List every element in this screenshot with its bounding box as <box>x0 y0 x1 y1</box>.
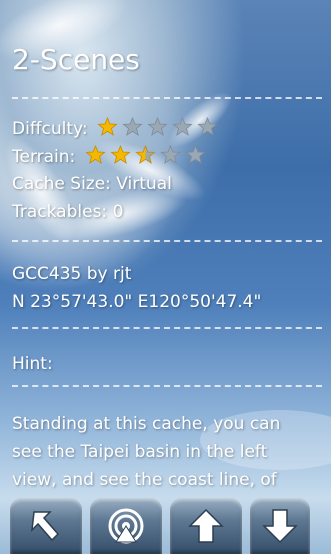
difficulty-row: Diffculty: <box>12 116 222 142</box>
broadcast-icon <box>108 508 144 544</box>
star-icon <box>122 116 143 136</box>
divider <box>12 385 322 387</box>
scroll-up-button[interactable] <box>170 498 242 554</box>
star-icon <box>85 144 106 164</box>
terrain-stars <box>85 144 210 170</box>
divider <box>12 327 322 329</box>
star-icon <box>185 144 206 164</box>
page-title: 2-Scenes <box>12 43 140 76</box>
up-arrow-icon <box>188 508 224 543</box>
star-icon <box>147 116 168 136</box>
star-icon <box>97 116 118 136</box>
back-arrow-icon <box>31 511 60 542</box>
star-icon <box>110 144 131 164</box>
star-icon <box>160 144 181 164</box>
hint-label: Hint: <box>12 354 53 374</box>
back-button[interactable] <box>10 498 82 554</box>
cache-id: GCC435 by rjt <box>12 264 132 284</box>
divider <box>12 97 322 99</box>
divider <box>12 240 322 242</box>
coordinates: N 23°57'43.0" E120°50'47.4" <box>12 292 262 312</box>
terrain-row: Terrain: <box>12 144 210 170</box>
broadcast-button[interactable] <box>90 498 162 554</box>
description-line: view, and see the coast line, of <box>12 470 277 490</box>
star-icon <box>135 144 156 164</box>
bottom-toolbar <box>0 498 331 554</box>
scroll-down-button[interactable] <box>250 498 310 554</box>
description-line: see the Taipei basin in the left <box>12 442 268 462</box>
trackables: Trackables: 0 <box>12 202 124 222</box>
down-arrow-icon <box>262 509 298 544</box>
description-line: Standing at this cache, you can <box>12 414 281 434</box>
cache-size: Cache Size: Virtual <box>12 174 172 194</box>
star-icon <box>197 116 218 136</box>
terrain-label: Terrain: <box>12 147 76 167</box>
difficulty-label: Diffculty: <box>12 119 88 139</box>
star-icon <box>172 116 193 136</box>
difficulty-stars <box>97 116 222 142</box>
